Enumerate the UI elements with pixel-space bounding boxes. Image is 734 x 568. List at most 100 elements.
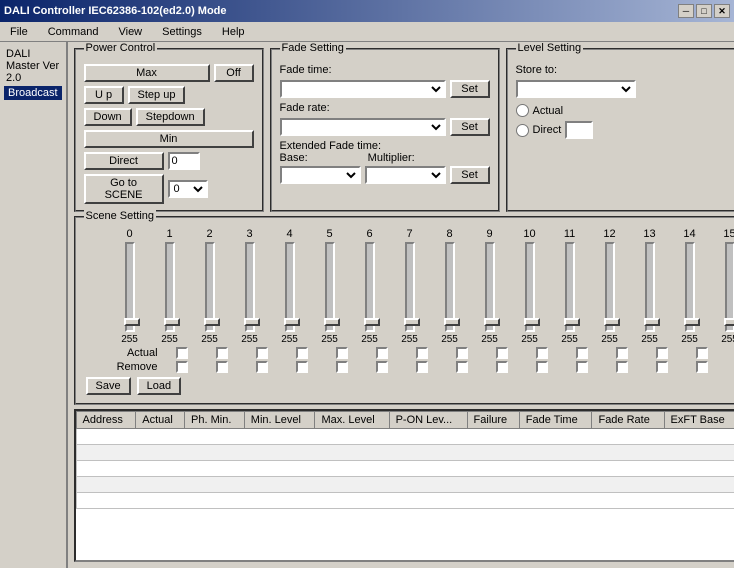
scene-num-2: 2 bbox=[190, 228, 230, 240]
remove-checkboxes-col-3 bbox=[282, 361, 322, 373]
off-button[interactable]: Off bbox=[214, 64, 254, 82]
actual-checkboxes-4[interactable] bbox=[336, 347, 348, 359]
slider-track-11[interactable] bbox=[565, 242, 575, 332]
actual-checkboxes-col-1 bbox=[202, 347, 242, 359]
menu-help[interactable]: Help bbox=[216, 24, 251, 40]
menu-view[interactable]: View bbox=[112, 24, 148, 40]
fade-time-select[interactable] bbox=[280, 80, 446, 98]
table-col-6: Failure bbox=[467, 412, 519, 429]
actual-radio[interactable] bbox=[516, 104, 529, 117]
right-area: Power Control Max Off U p Step up Down S… bbox=[68, 42, 734, 568]
slider-track-9[interactable] bbox=[485, 242, 495, 332]
slider-thumb-3 bbox=[244, 318, 260, 326]
stepdown-button[interactable]: Stepdown bbox=[136, 108, 205, 126]
slider-value-11: 255 bbox=[561, 334, 578, 345]
remove-checkboxes-7[interactable] bbox=[456, 361, 468, 373]
minimize-button[interactable]: ─ bbox=[678, 4, 694, 18]
actual-checkboxes-10[interactable] bbox=[576, 347, 588, 359]
goto-scene-button[interactable]: Go to SCENE bbox=[84, 174, 164, 204]
actual-checkboxes-col-12 bbox=[642, 347, 682, 359]
menu-file[interactable]: File bbox=[4, 24, 34, 40]
slider-track-8[interactable] bbox=[445, 242, 455, 332]
scene-setting-panel: Scene Setting 0 1 2 3 4 5 6 7 8 9 10 11 … bbox=[74, 216, 734, 405]
sidebar: DALI Master Ver 2.0 Broadcast bbox=[0, 42, 68, 568]
remove-checkboxes-8[interactable] bbox=[496, 361, 508, 373]
fade-time-set-button[interactable]: Set bbox=[450, 80, 490, 98]
stepup-button[interactable]: Step up bbox=[128, 86, 186, 104]
slider-track-1[interactable] bbox=[165, 242, 175, 332]
maximize-button[interactable]: □ bbox=[696, 4, 712, 18]
remove-checkboxes-1[interactable] bbox=[216, 361, 228, 373]
remove-checkboxes-3[interactable] bbox=[296, 361, 308, 373]
remove-checkboxes-4[interactable] bbox=[336, 361, 348, 373]
direct-button[interactable]: Direct bbox=[84, 152, 164, 170]
remove-checkboxes-5[interactable] bbox=[376, 361, 388, 373]
level-setting-title: Level Setting bbox=[516, 42, 584, 54]
remove-row-label: Remove bbox=[110, 361, 158, 373]
actual-checkboxes-13[interactable] bbox=[696, 347, 708, 359]
actual-checkboxes-3[interactable] bbox=[296, 347, 308, 359]
remove-checkboxes-10[interactable] bbox=[576, 361, 588, 373]
fade-rate-label: Fade rate: bbox=[280, 102, 490, 114]
store-to-select[interactable] bbox=[516, 80, 636, 98]
remove-checkboxes-9[interactable] bbox=[536, 361, 548, 373]
direct-input[interactable] bbox=[168, 152, 200, 170]
slider-track-13[interactable] bbox=[645, 242, 655, 332]
remove-checkboxes-2[interactable] bbox=[256, 361, 268, 373]
actual-checkboxes-1[interactable] bbox=[216, 347, 228, 359]
remove-checkboxes-12[interactable] bbox=[656, 361, 668, 373]
remove-checkboxes-13[interactable] bbox=[696, 361, 708, 373]
slider-track-4[interactable] bbox=[285, 242, 295, 332]
remove-checkboxes-6[interactable] bbox=[416, 361, 428, 373]
close-button[interactable]: ✕ bbox=[714, 4, 730, 18]
fade-rate-select[interactable] bbox=[280, 118, 446, 136]
remove-checkboxes-col-1 bbox=[202, 361, 242, 373]
slider-track-0[interactable] bbox=[125, 242, 135, 332]
actual-checkboxes-9[interactable] bbox=[536, 347, 548, 359]
slider-track-15[interactable] bbox=[725, 242, 734, 332]
slider-track-2[interactable] bbox=[205, 242, 215, 332]
slider-track-14[interactable] bbox=[685, 242, 695, 332]
direct-radio[interactable] bbox=[516, 124, 529, 137]
sidebar-item-broadcast[interactable]: Broadcast bbox=[4, 86, 62, 100]
actual-row-label: Actual bbox=[110, 347, 158, 359]
max-button[interactable]: Max bbox=[84, 64, 210, 82]
actual-checkboxes-6[interactable] bbox=[416, 347, 428, 359]
direct-level-input[interactable] bbox=[565, 121, 593, 139]
slider-track-5[interactable] bbox=[325, 242, 335, 332]
actual-checkboxes-0[interactable] bbox=[176, 347, 188, 359]
actual-checkboxes-8[interactable] bbox=[496, 347, 508, 359]
menu-command[interactable]: Command bbox=[42, 24, 105, 40]
slider-track-3[interactable] bbox=[245, 242, 255, 332]
min-button[interactable]: Min bbox=[84, 130, 254, 148]
slider-track-6[interactable] bbox=[365, 242, 375, 332]
slider-value-9: 255 bbox=[481, 334, 498, 345]
remove-checkboxes-col-4 bbox=[322, 361, 362, 373]
actual-checkboxes-11[interactable] bbox=[616, 347, 628, 359]
slider-col-0: 255 bbox=[110, 242, 150, 345]
actual-checkboxes-col-11 bbox=[602, 347, 642, 359]
actual-checkboxes-2[interactable] bbox=[256, 347, 268, 359]
actual-checkboxes-5[interactable] bbox=[376, 347, 388, 359]
menu-settings[interactable]: Settings bbox=[156, 24, 208, 40]
slider-col-4: 255 bbox=[270, 242, 310, 345]
goto-scene-select[interactable]: 0 bbox=[168, 180, 208, 198]
ext-multiplier-select[interactable] bbox=[365, 166, 446, 184]
remove-checkboxes-11[interactable] bbox=[616, 361, 628, 373]
save-button[interactable]: Save bbox=[86, 377, 131, 395]
slider-track-10[interactable] bbox=[525, 242, 535, 332]
remove-checkboxes-col-14 bbox=[722, 361, 734, 373]
fade-rate-set-button[interactable]: Set bbox=[450, 118, 490, 136]
ext-fade-set-button[interactable]: Set bbox=[450, 166, 490, 184]
actual-checkboxes-7[interactable] bbox=[456, 347, 468, 359]
down-button[interactable]: Down bbox=[84, 108, 132, 126]
scene-num-7: 7 bbox=[390, 228, 430, 240]
actual-label: Actual bbox=[533, 105, 564, 117]
actual-checkboxes-12[interactable] bbox=[656, 347, 668, 359]
remove-checkboxes-0[interactable] bbox=[176, 361, 188, 373]
slider-track-12[interactable] bbox=[605, 242, 615, 332]
load-button[interactable]: Load bbox=[137, 377, 181, 395]
ext-base-select[interactable] bbox=[280, 166, 361, 184]
up-button[interactable]: U p bbox=[84, 86, 124, 104]
slider-track-7[interactable] bbox=[405, 242, 415, 332]
